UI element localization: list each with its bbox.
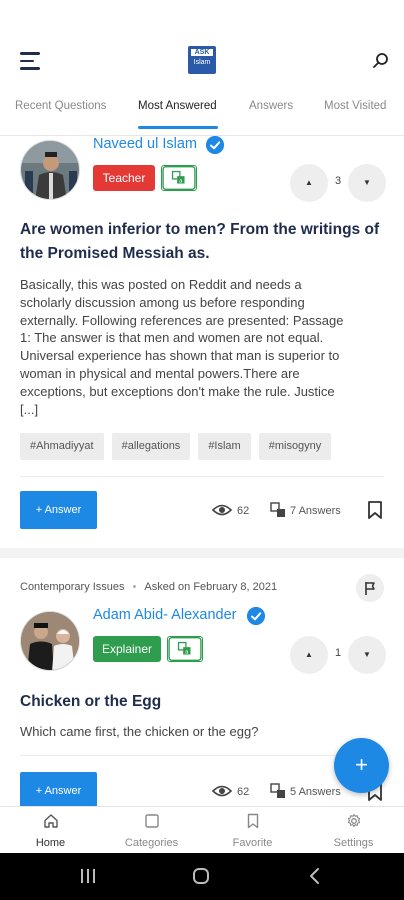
tag-misogyny[interactable]: #misogyny [258,433,332,460]
app-logo: ASK Islam [188,46,216,74]
nav-label: Home [35,837,66,849]
question-title[interactable]: Are women inferior to men? From the writ… [20,218,379,266]
author-name[interactable]: Naveed ul Islam [93,136,197,152]
question-title-line: the Promised Messiah as. [20,245,210,262]
divider [20,476,384,477]
role-badge: Explainer [93,636,161,662]
menu-icon[interactable] [20,52,42,70]
tab-answers[interactable]: Answers [249,100,293,112]
question-meta: Contemporary Issues • Asked on February 8,… [20,581,278,593]
active-tab-indicator [138,126,218,129]
home-button-icon[interactable] [192,867,210,885]
question-body: Basically, this was posted on Reddit and… [20,276,384,418]
nav-settings[interactable]: Settings [303,807,404,854]
body-line: exceptions, but exceptions don't make th… [20,383,335,399]
body-line: 1: The answer is that men and women are … [20,330,324,346]
vote-control: ▲ 3 ▼ [290,164,386,202]
divider [20,755,384,756]
bottom-navigation: Home Categories Favorite Settings [0,806,404,853]
nav-label: Favorite [232,837,273,849]
body-line: Universal experience has shown that man … [20,348,340,364]
vote-count: 1 [334,647,342,659]
bookmark-icon[interactable] [367,501,383,519]
downvote-button[interactable]: ▼ [348,636,386,674]
downvote-button[interactable]: ▼ [348,164,386,202]
nav-categories[interactable]: Categories [101,807,202,854]
system-navigation-bar [0,853,404,900]
nav-label: Categories [124,837,179,849]
avatar[interactable] [20,611,80,671]
question-card: Naveed ul Islam Teacher a ▲ 3 ▼ Are wome… [0,136,404,546]
translate-icon[interactable]: a [161,165,197,191]
answer-button[interactable]: + Answer [20,772,97,810]
views-count: 62 [237,505,250,517]
views-count: 62 [237,786,250,798]
role-badge: Teacher [93,165,155,191]
nav-label: Settings [333,837,374,849]
body-line: scholarly discussion among us before res… [20,294,305,310]
upvote-button[interactable]: ▲ [290,636,328,674]
answer-button[interactable]: + Answer [20,491,97,529]
body-line: woman in physical and mental powers.Ther… [20,365,300,381]
body-line: Basically, this was posted on Reddit and… [20,277,302,292]
categories-icon [145,814,159,828]
logo-text-bottom: Islam [193,59,211,66]
category-label[interactable]: Contemporary Issues [20,581,125,593]
add-question-button[interactable]: + [334,738,389,793]
recent-apps-icon[interactable] [79,867,97,885]
tab-most-visited[interactable]: Most Visited [324,100,386,112]
nav-home[interactable]: Home [0,807,101,854]
home-icon [44,814,58,828]
upvote-button[interactable]: ▲ [290,164,328,202]
tab-bar: Recent Questions Most Answered Answers M… [0,92,404,132]
question-body: Which came first, the chicken or the egg… [20,724,259,739]
flag-icon[interactable] [356,574,384,602]
card-separator [0,548,404,558]
translate-icon[interactable]: a [167,636,203,662]
vote-control: ▲ 1 ▼ [290,636,386,674]
back-icon[interactable] [306,867,324,885]
eye-icon [212,785,232,797]
eye-icon [212,504,232,516]
tag-list: #Ahmadiyyat #allegations #Islam #misogyn… [20,433,332,460]
author-name[interactable]: Adam Abid- Alexander [93,607,236,623]
tab-most-answered[interactable]: Most Answered [138,100,217,112]
question-title-line: Are women inferior to men? From the writ… [20,221,380,238]
body-line: externally. Following references are pre… [20,312,344,328]
body-line: [...] [20,401,39,417]
verified-icon [206,136,224,154]
tab-recent-questions[interactable]: Recent Questions [15,100,106,112]
gear-icon [347,813,361,828]
svg-text:a: a [185,650,188,656]
tag-islam[interactable]: #Islam [198,433,251,460]
bookmark-icon [247,813,259,829]
vote-count: 3 [334,175,342,187]
tag-allegations[interactable]: #allegations [111,433,191,460]
tag-ahmadiyyat[interactable]: #Ahmadiyyat [20,433,104,460]
answers-count[interactable]: 5 Answers [290,786,341,798]
search-icon[interactable] [372,52,390,70]
verified-icon [247,607,265,625]
question-title[interactable]: Chicken or the Egg [20,690,161,714]
app-header: ASK Islam Recent Questions Most Answered… [0,0,404,136]
answers-icon [270,783,285,798]
avatar[interactable] [20,140,80,200]
answers-count[interactable]: 7 Answers [290,505,341,517]
logo-text-top: ASK [191,49,213,56]
nav-favorite[interactable]: Favorite [202,807,303,854]
asked-date: Asked on February 8, 2021 [144,581,278,593]
svg-text:a: a [179,179,182,185]
answers-icon [270,502,285,517]
